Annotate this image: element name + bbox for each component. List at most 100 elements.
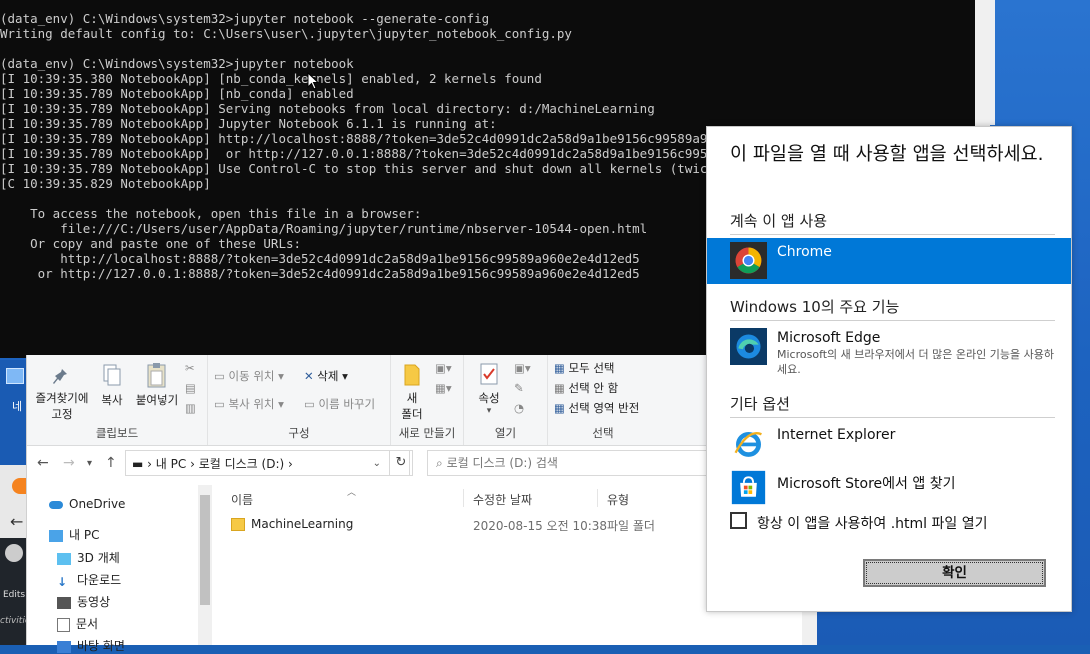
new-item-icon[interactable]: ▣▾	[435, 361, 452, 375]
move-to-button[interactable]: ▭ 이동 위치 ▾	[214, 368, 284, 384]
ribbon-group-organize: ▭ 이동 위치 ▾ ▭ 복사 위치 ▾ ✕ 삭제 ▾ ▭ 이름 바꾸기 구성	[208, 355, 391, 445]
nav-item-label: OneDrive	[69, 497, 126, 511]
recent-locations-icon[interactable]: ▾	[87, 458, 92, 469]
cube-icon	[57, 552, 71, 565]
dialog-title: 이 파일을 열 때 사용할 앱을 선택하세요.	[730, 144, 1044, 165]
table-row[interactable]: MachineLearning	[231, 517, 353, 531]
back-icon[interactable]: ←	[37, 455, 49, 471]
console-line: [I 10:39:35.789 NotebookApp] Use Control…	[0, 161, 715, 176]
console-line: [I 10:39:35.789 NotebookApp] Jupyter Not…	[0, 116, 497, 131]
app-desc-edge: Microsoft의 새 브라우저에서 더 많은 온라인 기능을 사용하세요.	[777, 348, 1054, 376]
section-featured: Windows 10의 주요 기능	[730, 298, 900, 316]
select-all-button[interactable]: ▦ 모두 선택	[554, 360, 615, 376]
history-icon[interactable]: ◔	[514, 401, 524, 415]
copy-label: 복사	[101, 393, 123, 407]
breadcrumb-pc[interactable]: 내 PC	[156, 457, 186, 471]
pin-icon	[53, 366, 67, 384]
delete-button[interactable]: ✕ 삭제 ▾	[304, 368, 348, 384]
paste-label: 붙여넣기	[135, 393, 179, 407]
rename-label: 이름 바꾸기	[318, 397, 376, 411]
app-option-chrome[interactable]: Chrome	[707, 238, 1071, 284]
select-none-label: 선택 안 함	[568, 381, 619, 395]
pin-to-quick-access-button[interactable]: 즐겨찾기에 고정	[31, 363, 93, 422]
rename-button[interactable]: ▭ 이름 바꾸기	[304, 396, 375, 412]
console-line: Or copy and paste one of these URLs:	[30, 236, 302, 251]
select-none-button[interactable]: ▦ 선택 안 함	[554, 380, 618, 396]
ribbon-group-title: 새로 만들기	[398, 426, 456, 440]
nav-item-3d-objects[interactable]: 3D 개체	[57, 549, 120, 566]
pin-label: 고정	[51, 407, 73, 421]
video-icon	[57, 596, 71, 609]
app-name-edge: Microsoft Edge	[777, 330, 881, 346]
column-separator[interactable]	[463, 489, 464, 507]
copy-button[interactable]: 복사	[97, 363, 127, 408]
console-line: [C 10:39:35.829 NotebookApp]	[0, 176, 211, 191]
up-icon[interactable]: ↑	[105, 455, 117, 471]
console-line: Writing default config to: C:\Users\user…	[0, 26, 572, 41]
section-other: 기타 옵션	[730, 395, 790, 413]
select-all-label: 모두 선택	[568, 361, 615, 375]
mouse-cursor-icon	[307, 72, 319, 90]
column-header-date[interactable]: 수정한 날짜	[473, 491, 532, 508]
column-header-name[interactable]: 이름	[231, 491, 253, 508]
refresh-icon: ↻	[395, 455, 407, 470]
console-line: [I 10:39:35.380 NotebookApp] [nb_conda_k…	[0, 71, 542, 86]
ribbon-group-clipboard: 즐겨찾기에 고정 복사 붙여넣기 ✂ ▤ ▥ 클립보드	[27, 355, 208, 445]
nav-item-documents[interactable]: 문서	[57, 615, 98, 632]
properties-button[interactable]: 속성 ▾	[474, 361, 504, 416]
file-explorer-window: 즐겨찾기에 고정 복사 붙여넣기 ✂ ▤ ▥ 클립보드 ▭ 이동 위치 ▾ ▭ …	[26, 355, 817, 653]
nav-item-label: 3D 개체	[77, 551, 120, 565]
invert-selection-button[interactable]: ▦ 선택 영역 반전	[554, 400, 639, 416]
breadcrumb-drive[interactable]: 로컬 디스크 (D:)	[199, 457, 284, 471]
console-line: [I 10:39:35.789 NotebookApp] Serving not…	[0, 101, 655, 116]
document-icon	[57, 617, 70, 632]
delete-label: 삭제	[317, 369, 339, 383]
nav-item-label: 내 PC	[69, 528, 100, 542]
ribbon-group-title: 선택	[592, 426, 614, 440]
address-field[interactable]: ▬ › 내 PC › 로컬 디스크 (D:) › ⌄	[125, 450, 410, 476]
paste-button[interactable]: 붙여넣기	[132, 361, 182, 408]
refresh-button[interactable]: ↻	[389, 450, 413, 476]
ok-button[interactable]: 확인	[863, 559, 1046, 587]
copy-path-icon[interactable]: ▤	[185, 381, 196, 395]
nav-item-downloads[interactable]: ↓ 다운로드	[57, 571, 121, 589]
copy-icon	[103, 364, 121, 386]
edge-icon	[730, 328, 767, 365]
console-line: file:///C:/Users/user/AppData/Roaming/ju…	[60, 221, 648, 236]
always-use-checkbox[interactable]	[730, 512, 747, 529]
paste-icon	[147, 363, 166, 388]
nav-item-onedrive[interactable]: OneDrive	[49, 497, 125, 511]
forward-icon[interactable]: →	[63, 455, 75, 471]
ribbon: 즐겨찾기에 고정 복사 붙여넣기 ✂ ▤ ▥ 클립보드 ▭ 이동 위치 ▾ ▭ …	[27, 355, 817, 446]
move-to-label: 이동 위치	[228, 369, 275, 383]
edit-icon[interactable]: ✎	[514, 381, 524, 395]
column-header-type[interactable]: 유형	[607, 491, 629, 508]
invert-selection-icon: ▦	[554, 401, 565, 415]
back-arrow-icon[interactable]: ←	[10, 512, 23, 531]
side-label: Edits	[3, 590, 26, 600]
column-separator[interactable]	[597, 489, 598, 507]
nav-item-desktop[interactable]: 바탕 화면	[57, 637, 125, 654]
move-to-icon: ▭	[214, 369, 225, 383]
console-line: or http://127.0.0.1:8888/?token=3de52c4d…	[37, 266, 640, 281]
desktop-icon[interactable]	[6, 368, 24, 384]
console-line: [I 10:39:35.789 NotebookApp] or http://1…	[0, 146, 715, 161]
console-line: [I 10:39:35.789 NotebookApp] http://loca…	[0, 131, 715, 146]
cut-icon[interactable]: ✂	[185, 361, 195, 375]
new-folder-button[interactable]: 새 폴더	[397, 361, 427, 422]
nav-item-this-pc[interactable]: 내 PC	[49, 526, 99, 543]
paste-shortcut-icon[interactable]: ▥	[185, 401, 196, 415]
sort-arrow-icon: ︿	[347, 488, 357, 498]
chevron-down-icon[interactable]: ⌄	[373, 451, 381, 477]
select-all-icon: ▦	[554, 361, 565, 375]
open-icon[interactable]: ▣▾	[514, 361, 531, 375]
ribbon-group-title: 클립보드	[95, 426, 139, 440]
copy-to-button[interactable]: ▭ 복사 위치 ▾	[214, 396, 284, 412]
nav-scroll-thumb[interactable]	[200, 495, 210, 605]
app-icon[interactable]	[12, 478, 26, 494]
nav-item-videos[interactable]: 동영상	[57, 593, 110, 610]
easy-access-icon[interactable]: ▦▾	[435, 381, 452, 395]
computer-icon	[49, 529, 63, 542]
nav-scrollbar[interactable]	[198, 485, 212, 645]
internet-explorer-icon	[734, 431, 762, 457]
